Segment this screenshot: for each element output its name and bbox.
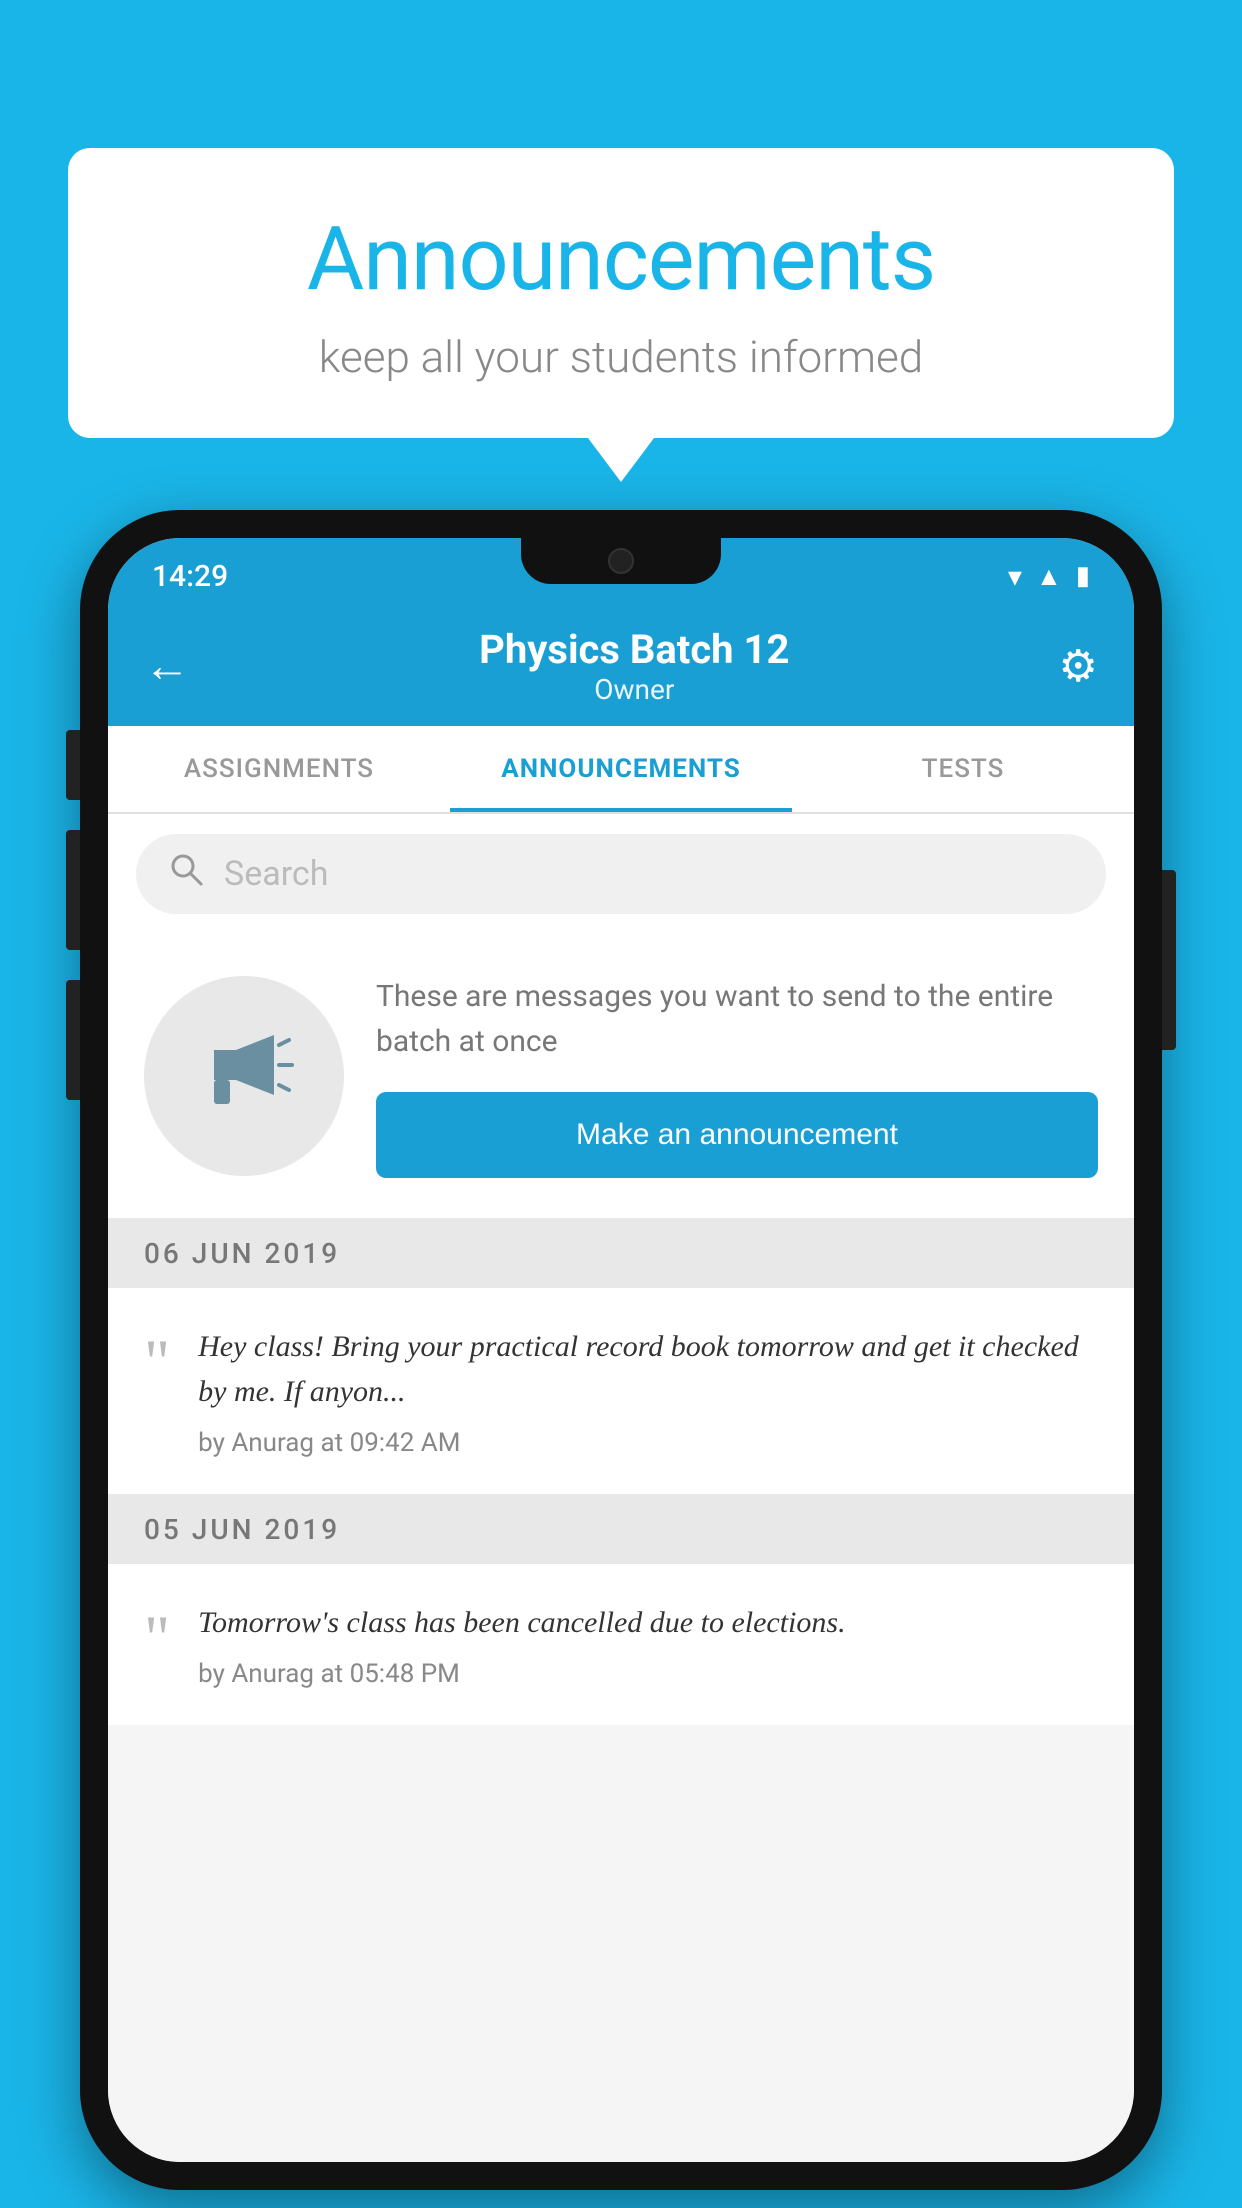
tab-tests[interactable]: TESTS xyxy=(792,726,1134,812)
app-bar-title: Physics Batch 12 xyxy=(210,626,1059,673)
battery-icon: ▮ xyxy=(1076,561,1090,591)
speech-bubble-card: Announcements keep all your students inf… xyxy=(68,148,1174,438)
phone-screen: 14:29 ▾ ▲ ▮ ← Physics Batch 12 Owner ⚙ xyxy=(108,538,1134,2162)
speech-bubble-subtitle: keep all your students informed xyxy=(108,331,1134,383)
app-bar: ← Physics Batch 12 Owner ⚙ xyxy=(108,606,1134,726)
date-separator-2: 05 JUN 2019 xyxy=(108,1495,1134,1564)
tab-assignments[interactable]: ASSIGNMENTS xyxy=(108,726,450,812)
search-icon xyxy=(168,851,204,897)
app-bar-title-area: Physics Batch 12 Owner xyxy=(210,626,1059,706)
phone-btn-volume-up xyxy=(66,830,80,950)
phone-btn-volume-down xyxy=(66,980,80,1100)
phone-outer-shell: 14:29 ▾ ▲ ▮ ← Physics Batch 12 Owner ⚙ xyxy=(80,510,1162,2190)
promo-right: These are messages you want to send to t… xyxy=(376,974,1098,1178)
settings-button[interactable]: ⚙ xyxy=(1059,640,1098,692)
signal-icon: ▲ xyxy=(1036,561,1062,592)
quote-icon-2: " xyxy=(144,1606,170,1670)
announcement-text-1: Hey class! Bring your practical record b… xyxy=(198,1324,1098,1414)
date-label-2: 05 JUN 2019 xyxy=(144,1513,340,1546)
speech-bubble-section: Announcements keep all your students inf… xyxy=(68,148,1174,438)
phone-camera xyxy=(608,548,634,574)
tab-announcements[interactable]: ANNOUNCEMENTS xyxy=(450,726,792,812)
search-bar[interactable]: Search xyxy=(136,834,1106,914)
quote-icon-1: " xyxy=(144,1330,170,1394)
announcement-content-1: Hey class! Bring your practical record b… xyxy=(198,1324,1098,1458)
app-bar-subtitle: Owner xyxy=(210,673,1059,706)
search-placeholder: Search xyxy=(224,854,328,894)
back-button[interactable]: ← xyxy=(144,643,190,689)
promo-icon-circle xyxy=(144,976,344,1176)
announcement-meta-1: by Anurag at 09:42 AM xyxy=(198,1428,1098,1458)
wifi-icon: ▾ xyxy=(1008,560,1022,593)
date-label-1: 06 JUN 2019 xyxy=(144,1237,340,1270)
content-area: Search xyxy=(108,814,1134,2162)
tab-bar: ASSIGNMENTS ANNOUNCEMENTS TESTS xyxy=(108,726,1134,814)
announcement-meta-2: by Anurag at 05:48 PM xyxy=(198,1659,1098,1689)
announcement-content-2: Tomorrow's class has been cancelled due … xyxy=(198,1600,1098,1689)
phone-device: 14:29 ▾ ▲ ▮ ← Physics Batch 12 Owner ⚙ xyxy=(80,510,1162,2190)
megaphone-icon xyxy=(194,1015,294,1137)
promo-card: These are messages you want to send to t… xyxy=(108,934,1134,1219)
speech-bubble-title: Announcements xyxy=(108,208,1134,311)
phone-btn-power xyxy=(1162,870,1176,1050)
search-container: Search xyxy=(108,814,1134,934)
promo-description: These are messages you want to send to t… xyxy=(376,974,1098,1064)
status-icons: ▾ ▲ ▮ xyxy=(1008,560,1090,593)
announcement-text-2: Tomorrow's class has been cancelled due … xyxy=(198,1600,1098,1645)
announcement-item-1[interactable]: " Hey class! Bring your practical record… xyxy=(108,1288,1134,1495)
phone-btn-volume-mute xyxy=(66,730,80,800)
make-announcement-button[interactable]: Make an announcement xyxy=(376,1092,1098,1178)
date-separator-1: 06 JUN 2019 xyxy=(108,1219,1134,1288)
phone-notch xyxy=(521,538,721,584)
announcement-item-2[interactable]: " Tomorrow's class has been cancelled du… xyxy=(108,1564,1134,1725)
status-time: 14:29 xyxy=(152,559,228,594)
